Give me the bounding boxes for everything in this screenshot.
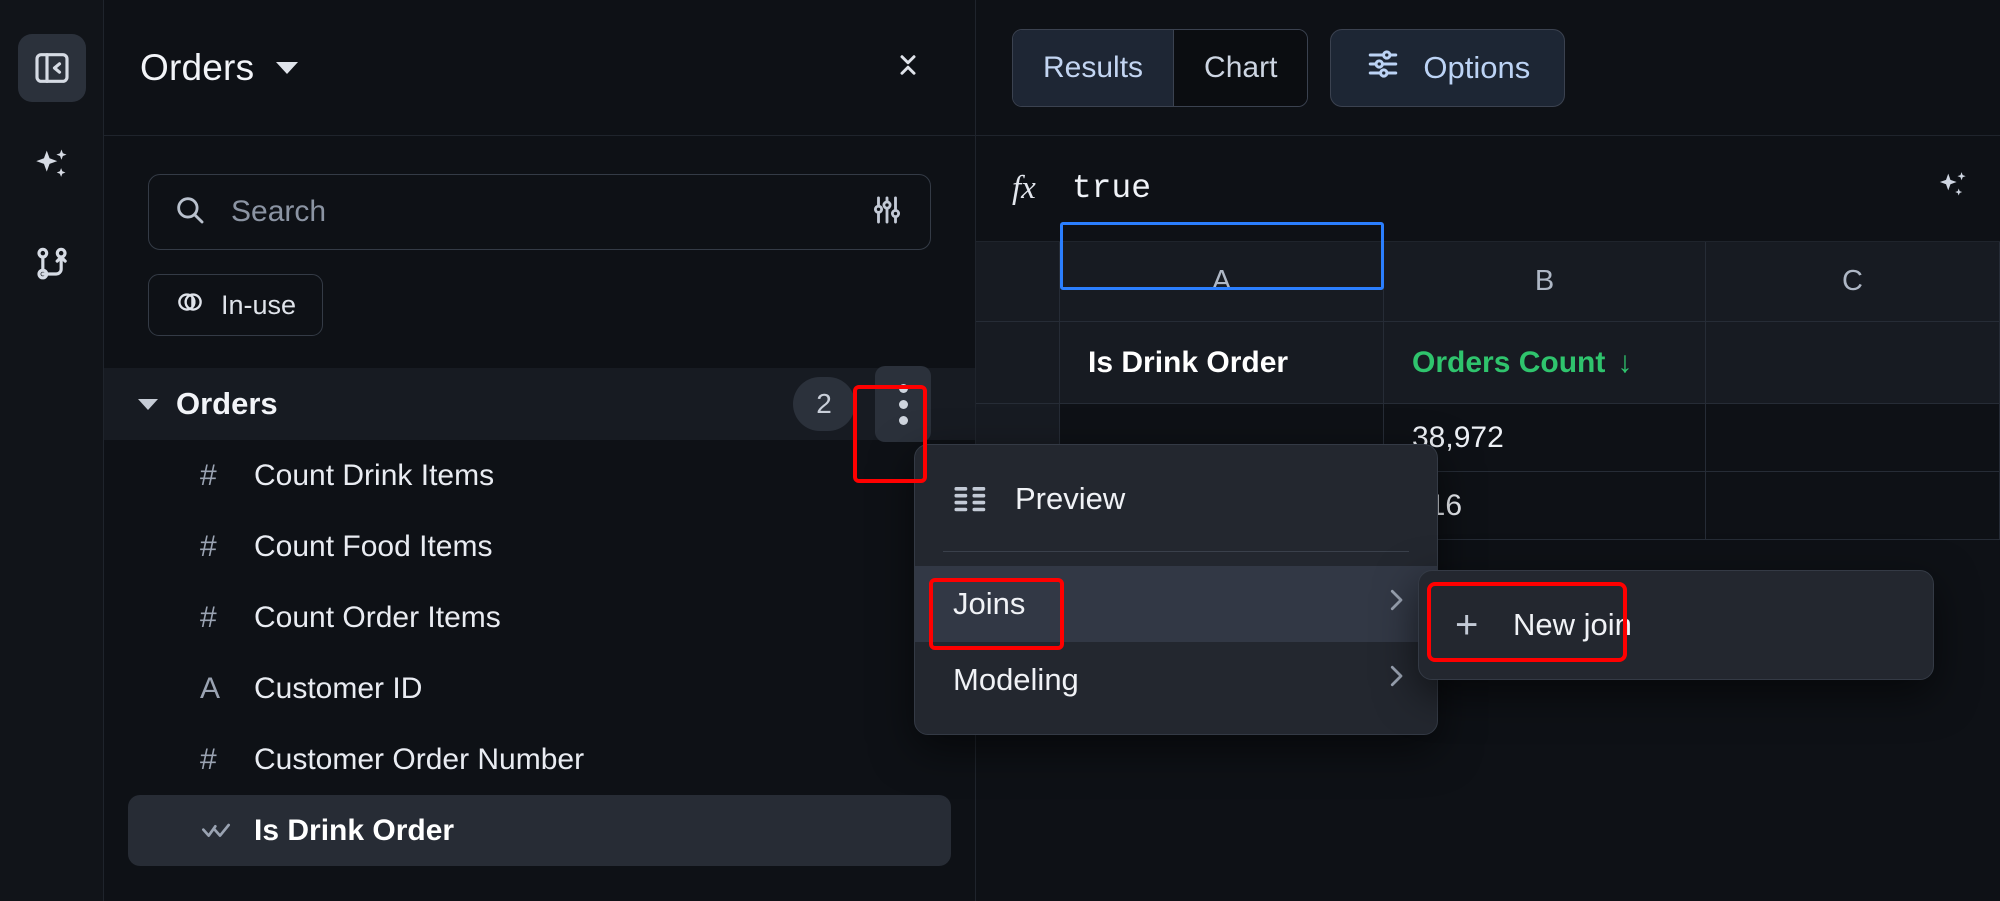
sort-descending-icon[interactable]: ↓: [1617, 346, 1632, 380]
rail-panel-collapse-button[interactable]: [17, 34, 86, 102]
context-menu: Preview Joins Modeling: [914, 444, 1438, 735]
field-group-label: Orders: [176, 386, 278, 421]
rail-ai-button[interactable]: [18, 132, 86, 200]
grid-cell-c1[interactable]: [1706, 404, 2000, 472]
field-row[interactable]: # Count Drink Items: [128, 440, 951, 511]
grid-column-letter-c[interactable]: C: [1706, 242, 2000, 322]
ai-sparkle-icon[interactable]: [1934, 167, 1972, 210]
search-input[interactable]: [231, 195, 870, 229]
app-root: Orders Search In-use Orders 2 # Count Dr…: [0, 0, 2000, 901]
menu-item-joins[interactable]: Joins: [915, 566, 1437, 642]
view-mode-segmented-control: Results Chart: [1012, 28, 1309, 107]
grid-header-cell-b[interactable]: Orders Count ↓: [1384, 322, 1706, 404]
options-button[interactable]: Options: [1330, 28, 1566, 107]
kebab-dot: [898, 415, 908, 425]
field-row[interactable]: # Customer Order Number: [128, 724, 951, 795]
fx-icon: fx: [1012, 170, 1036, 206]
number-type-icon: #: [200, 600, 217, 634]
panel-header: Orders: [104, 0, 975, 136]
chevron-down-icon[interactable]: [276, 61, 299, 74]
kebab-dot: [898, 399, 908, 409]
filter-chip-label: In-use: [221, 289, 297, 320]
plus-icon: +: [1455, 603, 1479, 647]
menu-item-label: New join: [1513, 607, 1632, 642]
collapse-rows-button[interactable]: [885, 45, 931, 91]
chevron-right-icon: [1381, 661, 1411, 700]
sliders-icon[interactable]: [870, 193, 904, 232]
grid-header-label: Is Drink Order: [1088, 345, 1289, 379]
panel-controls: In-use: [104, 136, 975, 336]
field-group-count-badge: 2: [793, 377, 855, 431]
grid-header-cell-a[interactable]: Is Drink Order: [1060, 322, 1384, 404]
search-box[interactable]: [148, 174, 931, 250]
field-group-kebab-button[interactable]: [875, 366, 931, 442]
fields-panel: Orders Search In-use Orders 2 # Count Dr…: [104, 0, 976, 901]
git-branch-icon: [32, 244, 72, 284]
field-row-is-drink-order[interactable]: Is Drink Order: [128, 795, 951, 866]
chevrons-collapse-icon: [890, 47, 926, 88]
menu-item-label: Preview: [1015, 481, 1126, 516]
list-grid-icon: [953, 484, 1015, 514]
field-tree: Orders 2 # Count Drink Items # Count Foo…: [104, 366, 975, 866]
field-label: Customer ID: [254, 671, 423, 705]
grid-column-letter-a[interactable]: A: [1060, 242, 1384, 322]
caret-down-icon[interactable]: [138, 398, 158, 410]
sliders-icon: [1365, 46, 1401, 90]
menu-item-preview[interactable]: Preview: [915, 461, 1437, 537]
grid-header-cell-c[interactable]: [1706, 322, 2000, 404]
menu-separator: [943, 551, 1409, 552]
tab-chart[interactable]: Chart: [1173, 29, 1308, 106]
kebab-dot: [898, 383, 908, 393]
grid-column-letters-row: A B C: [976, 242, 2000, 322]
search-icon: [173, 193, 207, 232]
icon-rail: [0, 0, 104, 901]
filter-chip-in-use[interactable]: In-use: [148, 274, 324, 336]
tab-results[interactable]: Results: [1013, 29, 1174, 106]
grid-row-gutter: [976, 322, 1060, 404]
field-label: Count Order Items: [254, 600, 501, 634]
field-label: Count Food Items: [254, 529, 493, 563]
menu-item-new-join[interactable]: + New join: [1419, 587, 1933, 663]
options-label: Options: [1423, 49, 1531, 85]
field-row[interactable]: A Customer ID: [128, 653, 951, 724]
menu-item-label: Joins: [953, 586, 1026, 621]
number-type-icon: #: [200, 458, 217, 492]
field-row[interactable]: # Count Order Items: [128, 582, 951, 653]
panel-collapse-icon: [32, 48, 72, 88]
results-toolbar: Results Chart Options: [976, 0, 2000, 136]
field-group-orders[interactable]: Orders 2: [104, 366, 975, 442]
field-label: Count Drink Items: [254, 458, 495, 492]
grid-cell-c2[interactable]: [1706, 472, 2000, 540]
grid-header-names-row: Is Drink Order Orders Count ↓: [976, 322, 2000, 404]
ai-sparkle-icon: [31, 145, 73, 187]
field-label: Customer Order Number: [254, 742, 585, 776]
field-row[interactable]: # Count Food Items: [128, 511, 951, 582]
venn-circles-icon: [175, 287, 205, 324]
grid-header-label: Orders Count: [1412, 345, 1606, 379]
number-type-icon: #: [200, 742, 217, 776]
formula-value[interactable]: true: [1072, 170, 1151, 207]
grid-corner-cell: [976, 242, 1060, 322]
number-type-icon: #: [200, 529, 217, 563]
chevron-right-icon: [1381, 585, 1411, 624]
rail-branches-button[interactable]: [18, 230, 86, 298]
menu-item-label: Modeling: [953, 662, 1079, 697]
grid-column-letter-b[interactable]: B: [1384, 242, 1706, 322]
page-title[interactable]: Orders: [140, 47, 254, 89]
formula-bar: fx true: [976, 136, 2000, 242]
boolean-type-icon: [200, 815, 244, 847]
menu-item-modeling[interactable]: Modeling: [915, 642, 1437, 718]
field-label: Is Drink Order: [254, 813, 455, 847]
context-submenu-joins: + New join: [1418, 570, 1934, 680]
string-type-icon: A: [200, 671, 221, 705]
